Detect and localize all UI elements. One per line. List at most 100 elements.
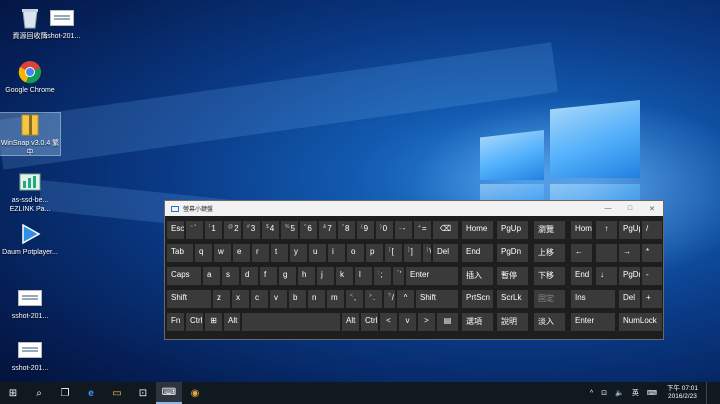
key-fn[interactable]: Fn — [166, 312, 185, 332]
key-dock[interactable]: 固定 — [533, 289, 566, 309]
np-pgup[interactable]: PgUp — [618, 220, 641, 240]
key-shift-left[interactable]: Shift — [166, 289, 212, 309]
key-backtick[interactable]: ~` — [185, 220, 204, 240]
key-pgdn[interactable]: PgDn — [496, 243, 529, 263]
chevron-up-icon[interactable]: ^ — [590, 390, 593, 397]
edge-icon[interactable]: e — [78, 382, 104, 404]
key-scrlk[interactable]: ScrLk — [496, 289, 529, 309]
key-period[interactable]: >. — [364, 289, 383, 309]
osk-title-bar[interactable]: 螢幕小鍵盤 — □ ✕ — [165, 201, 663, 216]
desktop-icon-screenshot[interactable]: sshot-201... — [30, 6, 94, 41]
start-button[interactable]: ⊞ — [0, 382, 26, 404]
key-move-up[interactable]: 上移 — [533, 243, 566, 263]
key-d[interactable]: d — [240, 266, 259, 286]
right-arrow-key[interactable]: > — [417, 312, 436, 332]
np-multiply[interactable]: * — [641, 243, 663, 263]
windows-key[interactable]: ⊞ — [204, 312, 223, 332]
key-browse[interactable]: 瀏覽 — [533, 220, 566, 240]
desktop-icon-chrome[interactable]: Google Chrome — [0, 60, 60, 95]
key-m[interactable]: m — [326, 289, 345, 309]
key-f[interactable]: f — [259, 266, 278, 286]
key-prtscn[interactable]: PrtScn — [461, 289, 494, 309]
key-move-down[interactable]: 下移 — [533, 266, 566, 286]
key-5[interactable]: %5 — [280, 220, 299, 240]
np-down-arrow[interactable]: ↓ — [595, 266, 618, 286]
key-g[interactable]: g — [278, 266, 297, 286]
store-icon[interactable]: ⊡ — [130, 382, 156, 404]
desktop-icon-screenshot[interactable]: sshot-201... — [0, 338, 60, 373]
key-4[interactable]: $4 — [261, 220, 280, 240]
desktop-icon-potplayer[interactable]: Daum Potplayer... — [0, 222, 60, 257]
key-s[interactable]: s — [221, 266, 240, 286]
np-divide[interactable]: / — [641, 220, 663, 240]
key-left-bracket[interactable]: {[ — [384, 243, 403, 263]
key-equals[interactable]: += — [413, 220, 432, 240]
np-up-arrow[interactable]: ↑ — [595, 220, 618, 240]
np-minus[interactable]: - — [641, 266, 663, 286]
key-space[interactable] — [241, 312, 341, 332]
key-w[interactable]: w — [213, 243, 232, 263]
key-z[interactable]: z — [212, 289, 231, 309]
key-e[interactable]: e — [232, 243, 251, 263]
menu-key[interactable]: ▤ — [436, 312, 459, 332]
key-minus[interactable]: _- — [394, 220, 413, 240]
key-insert[interactable]: 插入 — [461, 266, 494, 286]
search-icon[interactable]: ⌕ — [26, 382, 52, 404]
key-help[interactable]: 說明 — [496, 312, 529, 332]
key-tab[interactable]: Tab — [166, 243, 194, 263]
key-3[interactable]: #3 — [242, 220, 261, 240]
np-blank[interactable] — [595, 243, 618, 263]
up-arrow-key[interactable]: ^ — [396, 289, 415, 309]
key-j[interactable]: j — [316, 266, 335, 286]
np-numlock[interactable]: NumLock — [618, 312, 663, 332]
desktop-icon-screenshot[interactable]: sshot-201... — [0, 286, 60, 321]
np-plus[interactable]: + — [641, 289, 663, 309]
key-right-bracket[interactable]: }] — [403, 243, 422, 263]
volume-icon[interactable]: 🔈 — [615, 389, 624, 397]
key-alt-left[interactable]: Alt — [223, 312, 241, 332]
keyboard-tray-icon[interactable]: ⌨ — [647, 389, 657, 397]
key-9[interactable]: (9 — [356, 220, 375, 240]
maximize-button[interactable]: □ — [619, 205, 641, 212]
task-view-icon[interactable]: ❐ — [52, 382, 78, 404]
ime-indicator[interactable]: 英 — [632, 388, 639, 398]
key-p[interactable]: p — [365, 243, 384, 263]
key-semicolon[interactable]: :; — [373, 266, 392, 286]
key-comma[interactable]: <, — [345, 289, 364, 309]
key-caps[interactable]: Caps — [166, 266, 202, 286]
key-k[interactable]: k — [335, 266, 354, 286]
backspace-key[interactable]: ⌫ — [432, 220, 459, 240]
np-end[interactable]: End — [570, 266, 593, 286]
key-7[interactable]: &7 — [318, 220, 337, 240]
np-enter[interactable]: Enter — [570, 312, 616, 332]
key-quote[interactable]: "' — [392, 266, 405, 286]
key-pgup[interactable]: PgUp — [496, 220, 529, 240]
key-slash[interactable]: ?/ — [383, 289, 396, 309]
key-home[interactable]: Home — [461, 220, 494, 240]
key-v[interactable]: v — [269, 289, 288, 309]
clock[interactable]: 下午 07:01 2016/2/23 — [667, 385, 698, 401]
key-8[interactable]: *8 — [337, 220, 356, 240]
on-screen-keyboard-taskbar-icon[interactable]: ⌨ — [156, 382, 182, 404]
chrome-taskbar-icon[interactable]: ◉ — [182, 382, 208, 404]
key-0[interactable]: )0 — [375, 220, 394, 240]
key-c[interactable]: c — [250, 289, 269, 309]
key-u[interactable]: u — [308, 243, 327, 263]
key-del[interactable]: Del — [432, 243, 459, 263]
key-2[interactable]: @2 — [223, 220, 242, 240]
desktop-icon-as-ssd[interactable]: as-ssd-be... EZLINK Pa... — [0, 170, 60, 214]
network-icon[interactable]: ⊡ — [601, 389, 607, 397]
key-h[interactable]: h — [297, 266, 316, 286]
np-home[interactable]: Home — [570, 220, 593, 240]
key-backslash[interactable]: |\ — [422, 243, 432, 263]
key-b[interactable]: b — [288, 289, 307, 309]
key-6[interactable]: ^6 — [299, 220, 318, 240]
key-options[interactable]: 選項 — [461, 312, 494, 332]
np-left-arrow[interactable]: ← — [570, 243, 593, 263]
desktop-icon-winsnap[interactable]: WinSnap v3.0.4 繁中 — [0, 112, 61, 156]
key-x[interactable]: x — [231, 289, 250, 309]
key-t[interactable]: t — [270, 243, 289, 263]
key-1[interactable]: !1 — [204, 220, 223, 240]
key-ctrl-left[interactable]: Ctrl — [185, 312, 204, 332]
down-arrow-key[interactable]: v — [398, 312, 417, 332]
